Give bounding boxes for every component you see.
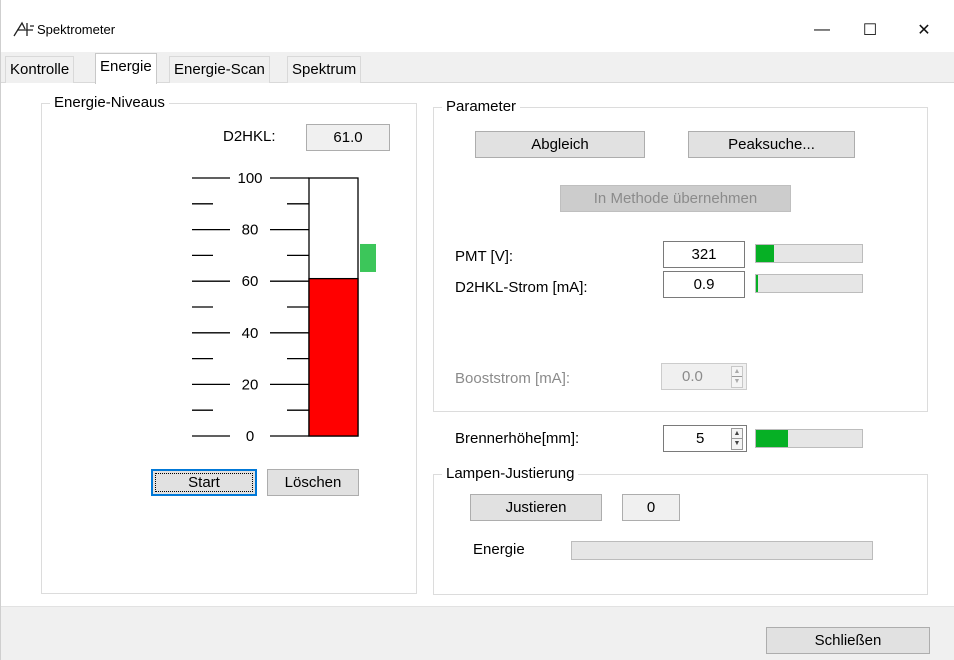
title-bar[interactable]: Spektrometer — ☐ ✕ — [1, 0, 954, 52]
d2hkl-current-progress-bar — [755, 274, 863, 293]
maximize-icon: ☐ — [862, 22, 878, 39]
energy-reference-marker — [360, 243, 376, 272]
burner-height-label: Brennerhöhe[mm]: — [455, 430, 580, 447]
spin-up-icon[interactable]: ▲ — [732, 429, 742, 439]
pmt-label: PMT [V]: — [455, 248, 514, 265]
lamp-alignment-group: Lampen-Justierung — [433, 465, 928, 595]
boost-current-label: Booststrom [mA]: — [455, 370, 571, 387]
adjust-button[interactable]: Abgleich — [475, 131, 645, 158]
d2hkl-current-field[interactable]: 0.9 — [663, 271, 745, 298]
tab-kontrolle[interactable]: Kontrolle — [5, 56, 75, 83]
align-lamp-button[interactable]: Justieren — [470, 494, 602, 521]
burner-height-stepper[interactable]: 5 ▲ ▼ — [663, 425, 747, 452]
spektrometer-window: Spektrometer — ☐ ✕ Kontrolle Energie Ene… — [0, 0, 954, 660]
tab-energie-scan[interactable]: Energie-Scan — [169, 56, 270, 83]
scale-tick-label: 40 — [242, 325, 259, 342]
start-button[interactable]: Start — [151, 469, 257, 496]
burner-spin-control[interactable]: ▲ ▼ — [731, 428, 743, 450]
close-dialog-button[interactable]: Schließen — [766, 627, 930, 654]
boost-current-value: 0.0 — [682, 368, 703, 385]
window-title: Spektrometer — [37, 22, 116, 37]
energy-level-gauge: 100 80 60 40 20 0 — [192, 170, 376, 445]
tab-spektrum[interactable]: Spektrum — [287, 56, 362, 83]
burner-height-value: 5 — [696, 430, 705, 447]
clear-button[interactable]: Löschen — [267, 469, 359, 496]
close-window-button[interactable]: ✕ — [901, 14, 947, 46]
adopt-method-button[interactable]: In Methode übernehmen — [560, 185, 791, 212]
tab-energie[interactable]: Energie — [95, 53, 157, 84]
lamp-alignment-title: Lampen-Justierung — [442, 465, 579, 483]
scale-tick-label: 60 — [242, 273, 259, 290]
lamp-alignment-value: 0 — [622, 494, 680, 521]
d2hkl-current-progress-fill — [756, 275, 759, 292]
scale-tick-label: 0 — [246, 428, 254, 445]
scale-tick-label: 100 — [237, 170, 262, 187]
energy-bar-fill — [308, 277, 359, 437]
footer-bar: Schließen — [1, 606, 954, 660]
minimize-button[interactable]: — — [799, 14, 845, 46]
minimize-icon: — — [814, 21, 830, 38]
spin-up-icon[interactable]: ▲ — [732, 367, 742, 377]
scale-tick-label: 80 — [242, 222, 259, 239]
pmt-value-field[interactable]: 321 — [663, 241, 745, 268]
lamp-energy-label: Energie — [473, 541, 525, 558]
maximize-button[interactable]: ☐ — [847, 14, 893, 46]
peak-search-button[interactable]: Peaksuche... — [688, 131, 855, 158]
pmt-progress-bar — [755, 244, 863, 263]
spin-down-icon[interactable]: ▼ — [732, 439, 742, 449]
parameters-title: Parameter — [442, 98, 521, 116]
burner-height-progress-fill — [756, 430, 788, 447]
scale-tick-label: 20 — [242, 376, 259, 393]
app-icon — [13, 21, 34, 37]
d2hkl-current-label: D2HKL-Strom [mA]: — [455, 279, 588, 296]
tab-strip: Kontrolle Energie Energie-Scan Spektrum — [1, 52, 954, 84]
boost-spin-control[interactable]: ▲ ▼ — [731, 366, 743, 388]
pmt-progress-fill — [756, 245, 775, 262]
spin-down-icon[interactable]: ▼ — [732, 377, 742, 387]
burner-height-progress-bar — [755, 429, 863, 448]
focus-ring — [155, 473, 253, 492]
lamp-energy-progress-bar — [571, 541, 873, 560]
boost-current-stepper[interactable]: 0.0 ▲ ▼ — [661, 363, 747, 390]
tab-content-energie: Energie-Niveaus D2HKL: 61.0 100 80 60 40 20 0… — [1, 83, 954, 606]
close-icon: ✕ — [917, 22, 931, 39]
